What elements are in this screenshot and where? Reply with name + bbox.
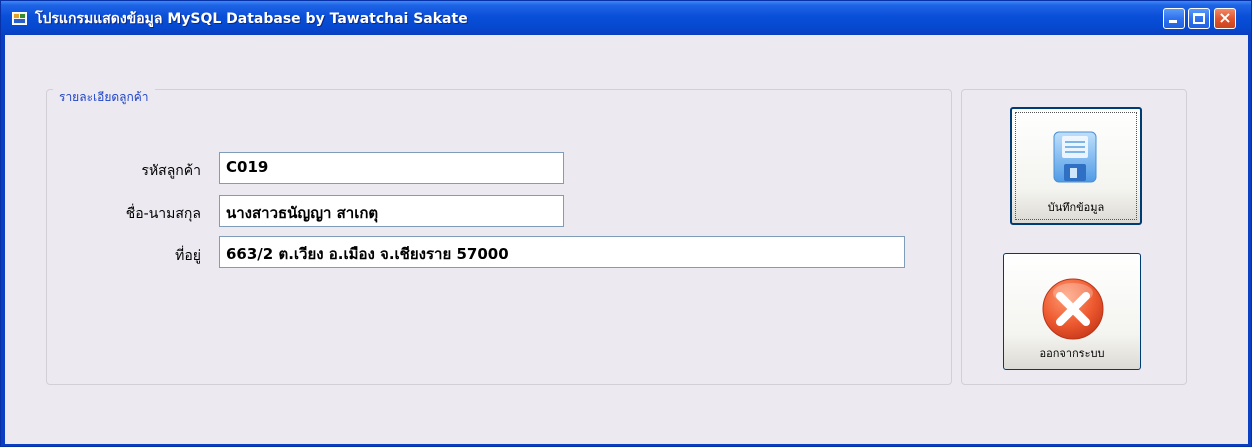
save-button[interactable]: บันทึกข้อมูล bbox=[1010, 107, 1142, 225]
exit-button[interactable]: ออกจากระบบ bbox=[1003, 253, 1141, 370]
save-button-label: บันทึกข้อมูล bbox=[1047, 201, 1105, 214]
full-name-field[interactable]: นางสาวธนัญญา สาเกตุ bbox=[219, 195, 564, 227]
app-icon[interactable] bbox=[12, 12, 27, 25]
address-label: ที่อยู่ bbox=[175, 248, 201, 264]
maximize-icon bbox=[1193, 13, 1205, 24]
red-x-icon bbox=[1042, 278, 1104, 340]
address-field[interactable]: 663/2 ต.เวียง อ.เมือง จ.เชียงราย 57000 bbox=[219, 236, 905, 268]
window-title: โปรแกรมแสดงข้อมูล MySQL Database by Tawa… bbox=[35, 11, 468, 27]
minimize-button[interactable] bbox=[1163, 8, 1185, 29]
close-icon: × bbox=[1218, 8, 1232, 27]
full-name-label: ชื่อ-นามสกุล bbox=[125, 206, 201, 222]
customer-id-label: รหัสลูกค้า bbox=[141, 163, 201, 179]
maximize-button[interactable] bbox=[1188, 8, 1210, 29]
customer-details-legend: รายละเอียดลูกค้า bbox=[53, 88, 155, 107]
client-area: รายละเอียดลูกค้า รหัสลูกค้า C019 ชื่อ-นา… bbox=[5, 35, 1248, 444]
minimize-icon bbox=[1169, 20, 1177, 23]
floppy-disk-icon bbox=[1053, 131, 1097, 183]
close-button[interactable]: × bbox=[1214, 8, 1236, 29]
app-window: โปรแกรมแสดงข้อมูล MySQL Database by Tawa… bbox=[0, 0, 1252, 447]
exit-button-label: ออกจากระบบ bbox=[1039, 347, 1105, 360]
customer-id-field[interactable]: C019 bbox=[219, 152, 564, 184]
title-bar[interactable]: โปรแกรมแสดงข้อมูล MySQL Database by Tawa… bbox=[1, 1, 1251, 35]
